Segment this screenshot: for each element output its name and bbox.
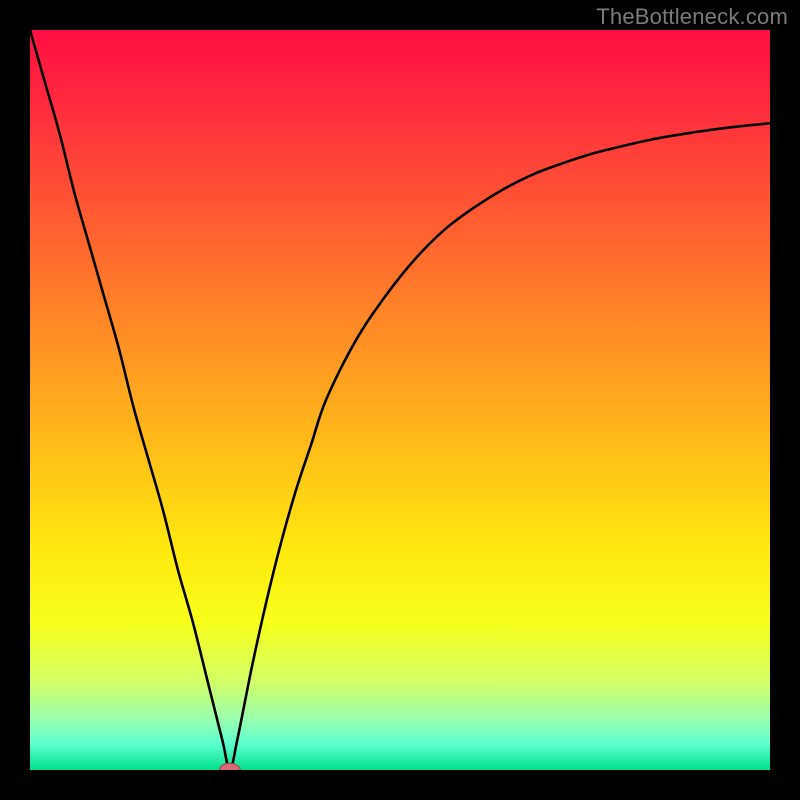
outer-frame: TheBottleneck.com [0,0,800,800]
minimum-marker [219,763,240,770]
bottleneck-curve [30,30,770,770]
plot-area [30,30,770,770]
chart-svg [30,30,770,770]
watermark-text: TheBottleneck.com [596,4,788,30]
